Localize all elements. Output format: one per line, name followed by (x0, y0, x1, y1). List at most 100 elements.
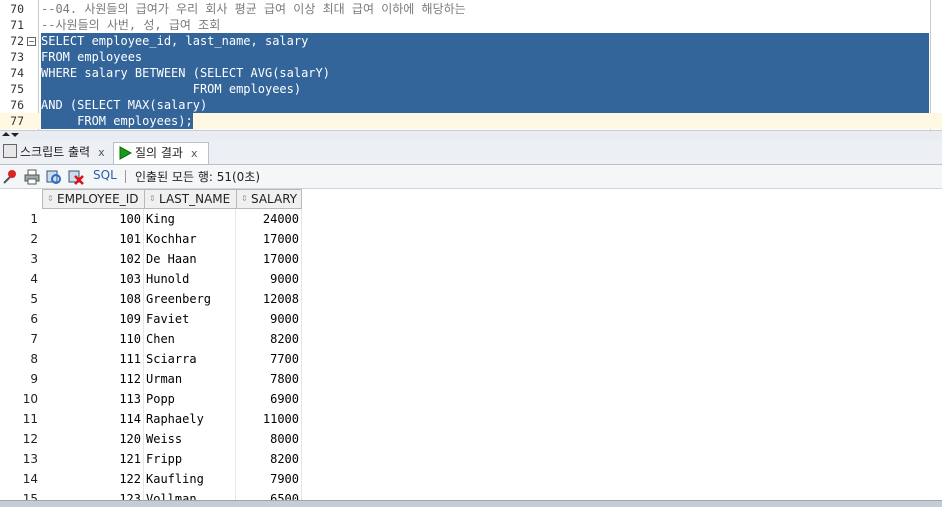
cell-salary[interactable]: 9000 (236, 269, 302, 289)
code-line[interactable]: 74 WHERE salary BETWEEN (SELECT AVG(salar… (0, 65, 942, 81)
cell-last-name[interactable]: Greenberg (144, 289, 236, 309)
cell-employee-id[interactable]: 108 (42, 289, 144, 309)
cell-last-name[interactable]: Popp (144, 389, 236, 409)
cell-employee-id[interactable]: 103 (42, 269, 144, 289)
cell-last-name[interactable]: Kochhar (144, 229, 236, 249)
sql-link[interactable]: SQL (93, 168, 117, 182)
cell-salary[interactable]: 12008 (236, 289, 302, 309)
code-line[interactable]: 76 AND (SELECT MAX(salary) (0, 97, 942, 113)
cell-employee-id[interactable]: 112 (42, 369, 144, 389)
cell-salary[interactable]: 17000 (236, 249, 302, 269)
refresh-icon[interactable] (46, 169, 62, 185)
sort-icon[interactable]: ⇕ (47, 190, 55, 208)
cell-salary[interactable]: 17000 (236, 229, 302, 249)
cell-salary[interactable]: 9000 (236, 309, 302, 329)
code-text: FROM employees (41, 49, 929, 65)
code-line[interactable]: 73 FROM employees (0, 49, 942, 65)
line-number: 77 (10, 114, 24, 128)
cell-last-name[interactable]: De Haan (144, 249, 236, 269)
print-icon[interactable] (24, 169, 40, 185)
sql-editor[interactable]: 70 --04. 사원들의 급여가 우리 회사 평균 급여 이상 최대 급여 이하… (0, 0, 942, 130)
close-icon[interactable]: x (98, 146, 105, 159)
cell-employee-id[interactable]: 102 (42, 249, 144, 269)
cell-employee-id[interactable]: 114 (42, 409, 144, 429)
cell-last-name[interactable]: Raphaely (144, 409, 236, 429)
cell-salary[interactable]: 11000 (236, 409, 302, 429)
table-row[interactable]: 13 121 Fripp 8200 (0, 449, 302, 469)
tab-label: 질의 결과 (135, 146, 183, 160)
code-line[interactable]: 70 --04. 사원들의 급여가 우리 회사 평균 급여 이상 최대 급여 이하… (0, 1, 942, 17)
cell-salary[interactable]: 6500 (236, 489, 302, 500)
cell-salary[interactable]: 8000 (236, 429, 302, 449)
cell-salary[interactable]: 8200 (236, 449, 302, 469)
fetch-status: 인출된 모든 행: 51(0초) (135, 170, 261, 184)
cell-last-name[interactable]: Sciarra (144, 349, 236, 369)
table-row[interactable]: 5 108 Greenberg 12008 (0, 289, 302, 309)
cell-employee-id[interactable]: 120 (42, 429, 144, 449)
cell-employee-id[interactable]: 109 (42, 309, 144, 329)
cell-salary[interactable]: 6900 (236, 389, 302, 409)
row-number: 5 (30, 292, 38, 306)
result-grid[interactable]: ⇕ EMPLOYEE_ID ⇕ LAST_NAME ⇕ SALARY 1 100 King… (0, 189, 942, 500)
tab-script-output[interactable]: 스크립트 출력 x (0, 142, 112, 163)
cell-employee-id[interactable]: 101 (42, 229, 144, 249)
sort-icon[interactable]: ⇕ (149, 190, 157, 208)
cell-salary[interactable]: 7700 (236, 349, 302, 369)
line-number: 74 (10, 66, 24, 80)
table-row[interactable]: 1 100 King 24000 (0, 209, 302, 229)
code-line[interactable]: 75 FROM employees) (0, 81, 942, 97)
cell-last-name[interactable]: Vollman (144, 489, 236, 500)
close-icon[interactable]: x (191, 147, 198, 160)
table-row[interactable]: 10 113 Popp 6900 (0, 389, 302, 409)
pin-icon[interactable] (2, 169, 18, 185)
line-number: 71 (10, 18, 24, 32)
table-row[interactable]: 2 101 Kochhar 17000 (0, 229, 302, 249)
code-text: FROM employees); (41, 113, 193, 129)
sort-icon[interactable]: ⇕ (241, 190, 249, 208)
cell-last-name[interactable]: King (144, 209, 236, 229)
cell-employee-id[interactable]: 123 (42, 489, 144, 500)
output-tab-bar: 스크립트 출력 x 질의 결과 x (0, 140, 942, 165)
cell-employee-id[interactable]: 100 (42, 209, 144, 229)
table-row[interactable]: 15 123 Vollman 6500 (0, 489, 302, 500)
cell-last-name[interactable]: Kaufling (144, 469, 236, 489)
cell-last-name[interactable]: Urman (144, 369, 236, 389)
cell-employee-id[interactable]: 111 (42, 349, 144, 369)
cell-employee-id[interactable]: 121 (42, 449, 144, 469)
code-line[interactable]: 71 --사원들의 사번, 성, 급여 조회 (0, 17, 942, 33)
cell-salary[interactable]: 24000 (236, 209, 302, 229)
column-header-employee-id[interactable]: ⇕ EMPLOYEE_ID (42, 189, 145, 209)
cell-last-name[interactable]: Fripp (144, 449, 236, 469)
cell-employee-id[interactable]: 122 (42, 469, 144, 489)
tab-query-result[interactable]: 질의 결과 x (113, 142, 209, 164)
code-line[interactable]: 72− SELECT employee_id, last_name, salary (0, 33, 942, 49)
table-row[interactable]: 11 114 Raphaely 11000 (0, 409, 302, 429)
cell-last-name[interactable]: Faviet (144, 309, 236, 329)
cell-salary[interactable]: 7900 (236, 469, 302, 489)
column-header-last-name[interactable]: ⇕ LAST_NAME (144, 189, 237, 209)
table-row[interactable]: 9 112 Urman 7800 (0, 369, 302, 389)
cell-last-name[interactable]: Weiss (144, 429, 236, 449)
row-number: 3 (30, 252, 38, 266)
table-row[interactable]: 4 103 Hunold 9000 (0, 269, 302, 289)
cell-last-name[interactable]: Chen (144, 329, 236, 349)
code-line[interactable]: 77 FROM employees); (0, 113, 942, 129)
table-row[interactable]: 6 109 Faviet 9000 (0, 309, 302, 329)
table-row[interactable]: 12 120 Weiss 8000 (0, 429, 302, 449)
cell-salary[interactable]: 8200 (236, 329, 302, 349)
collapse-up-icon[interactable] (2, 132, 10, 136)
column-header-salary[interactable]: ⇕ SALARY (236, 189, 302, 209)
fold-toggle-icon[interactable]: − (27, 37, 36, 46)
cell-employee-id[interactable]: 113 (42, 389, 144, 409)
cell-salary[interactable]: 7800 (236, 369, 302, 389)
table-row[interactable]: 3 102 De Haan 17000 (0, 249, 302, 269)
cell-employee-id[interactable]: 110 (42, 329, 144, 349)
line-number: 73 (10, 50, 24, 64)
table-row[interactable]: 14 122 Kaufling 7900 (0, 469, 302, 489)
table-row[interactable]: 7 110 Chen 8200 (0, 329, 302, 349)
cell-last-name[interactable]: Hunold (144, 269, 236, 289)
table-row[interactable]: 8 111 Sciarra 7700 (0, 349, 302, 369)
line-number: 70 (10, 2, 24, 16)
collapse-down-icon[interactable] (11, 133, 19, 137)
delete-icon[interactable] (68, 169, 84, 185)
